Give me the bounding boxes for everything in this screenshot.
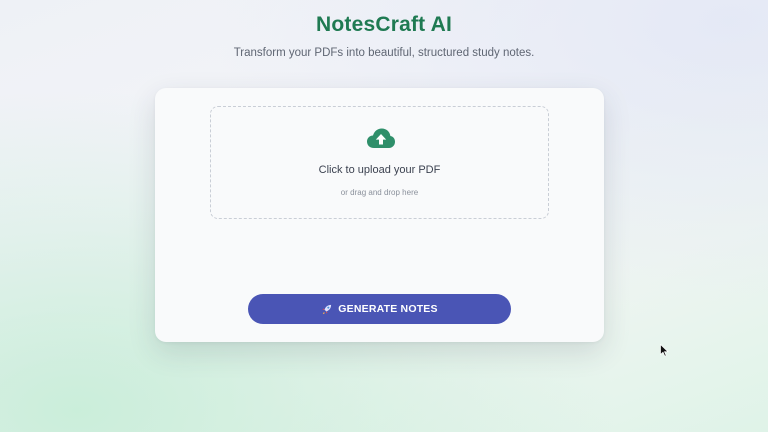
generate-notes-button[interactable]: GENERATE NOTES — [248, 294, 511, 324]
upload-hint: or drag and drop here — [340, 188, 419, 197]
app-subtitle: Transform your PDFs into beautiful, stru… — [233, 47, 535, 59]
upload-card: Click to upload your PDF or drag and dro… — [155, 88, 604, 342]
app-title: NotesCraft AI — [315, 13, 452, 36]
pdf-dropzone[interactable]: Click to upload your PDF or drag and dro… — [210, 106, 549, 219]
upload-label: Click to upload your PDF — [318, 164, 441, 176]
cloud-upload-icon — [367, 128, 395, 148]
mouse-cursor-icon — [660, 344, 669, 357]
rocket-icon — [322, 304, 332, 314]
generate-notes-label: GENERATE NOTES — [338, 303, 438, 315]
